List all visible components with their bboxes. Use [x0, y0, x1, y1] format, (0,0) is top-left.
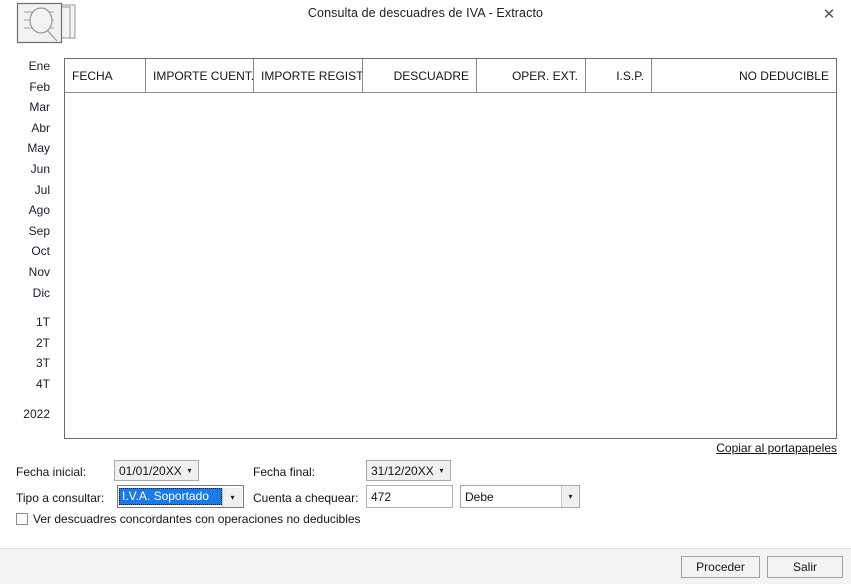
close-icon[interactable]: ✕ [815, 1, 843, 27]
debe-haber-value: Debe [465, 489, 494, 504]
tipo-a-consultar-combo[interactable]: I.V.A. Soportado ▾ [117, 485, 244, 508]
column-header-descuadre[interactable]: DESCUADRE [363, 59, 477, 92]
sidebar-item-oct[interactable]: Oct [0, 241, 52, 262]
sidebar-divider-year [0, 395, 52, 404]
descuadres-grid: FECHA IMPORTE CUENT... IMPORTE REGIST...… [64, 58, 837, 439]
fecha-inicial-combo[interactable]: 01/01/20XX ▾ [114, 460, 199, 481]
sidebar-item-abr[interactable]: Abr [0, 118, 52, 139]
sidebar-item-sep[interactable]: Sep [0, 221, 52, 242]
tipo-a-consultar-value: I.V.A. Soportado [119, 488, 222, 505]
chevron-down-icon: ▾ [561, 486, 579, 507]
filter-form: Fecha inicial: 01/01/20XX ▾ Fecha final:… [0, 460, 851, 548]
copy-to-clipboard-link[interactable]: Copiar al portapapeles [716, 441, 837, 455]
sidebar-item-jul[interactable]: Jul [0, 180, 52, 201]
cuenta-a-chequear-label: Cuenta a chequear: [253, 491, 359, 505]
fecha-inicial-value: 01/01/20XX [119, 463, 181, 478]
column-header-importe-registro[interactable]: IMPORTE REGIST... [254, 59, 363, 92]
sidebar-item-4t[interactable]: 4T [0, 374, 52, 395]
sidebar-item-1t[interactable]: 1T [0, 312, 52, 333]
ver-descuadres-label: Ver descuadres concordantes con operacio… [33, 512, 361, 526]
period-sidebar: Ene Feb Mar Abr May Jun Jul Ago Sep Oct … [0, 56, 52, 424]
fecha-final-combo[interactable]: 31/12/20XX ▾ [366, 460, 451, 481]
column-header-oper-ext[interactable]: OPER. EXT. [477, 59, 586, 92]
sidebar-item-feb[interactable]: Feb [0, 77, 52, 98]
fecha-final-label: Fecha final: [253, 465, 316, 479]
window-title: Consulta de descuadres de IVA - Extracto [307, 6, 544, 20]
column-header-isp[interactable]: I.S.P. [586, 59, 652, 92]
title-bar: Consulta de descuadres de IVA - Extracto… [0, 0, 851, 44]
column-header-fecha[interactable]: FECHA [65, 59, 146, 92]
salir-button[interactable]: Salir [767, 556, 843, 578]
column-header-no-deducible[interactable]: NO DEDUCIBLE [652, 59, 836, 92]
sidebar-divider-quarters [0, 303, 52, 312]
fecha-inicial-label: Fecha inicial: [16, 465, 87, 479]
debe-haber-combo[interactable]: Debe ▾ [460, 485, 580, 508]
ver-descuadres-checkbox[interactable] [16, 513, 28, 525]
proceder-button[interactable]: Proceder [681, 556, 760, 578]
chevron-down-icon: ▾ [187, 466, 192, 475]
sidebar-item-jun[interactable]: Jun [0, 159, 52, 180]
grid-header-row: FECHA IMPORTE CUENT... IMPORTE REGIST...… [65, 59, 836, 93]
tipo-a-consultar-label: Tipo a consultar: [16, 491, 105, 505]
grid-body-empty[interactable] [65, 93, 836, 438]
sidebar-item-ene[interactable]: Ene [0, 56, 52, 77]
cuenta-a-chequear-input[interactable]: 472 [366, 485, 453, 508]
sidebar-item-2t[interactable]: 2T [0, 333, 52, 354]
column-header-importe-cuenta[interactable]: IMPORTE CUENT... [146, 59, 254, 92]
ver-descuadres-checkbox-row[interactable]: Ver descuadres concordantes con operacio… [16, 512, 361, 526]
dialog-footer: Proceder Salir [0, 548, 851, 584]
chevron-down-icon: ▾ [222, 486, 242, 507]
sidebar-item-3t[interactable]: 3T [0, 353, 52, 374]
sidebar-item-year[interactable]: 2022 [0, 404, 52, 425]
chevron-down-icon: ▾ [439, 466, 444, 475]
sidebar-item-may[interactable]: May [0, 138, 52, 159]
sidebar-item-nov[interactable]: Nov [0, 262, 52, 283]
sidebar-item-ago[interactable]: Ago [0, 200, 52, 221]
fecha-final-value: 31/12/20XX [371, 463, 433, 478]
sidebar-item-mar[interactable]: Mar [0, 97, 52, 118]
sidebar-item-dic[interactable]: Dic [0, 283, 52, 304]
